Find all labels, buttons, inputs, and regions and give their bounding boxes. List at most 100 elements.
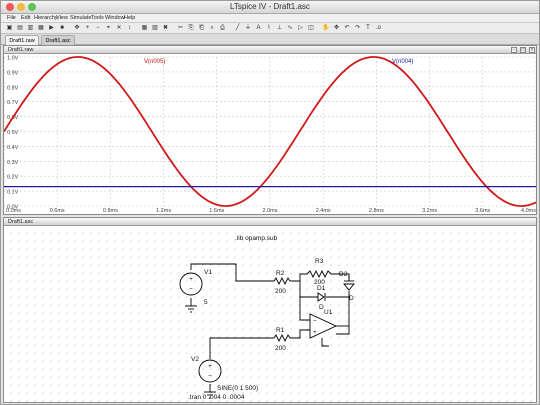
close-window-icon[interactable]: ✖ [161,24,170,33]
save-icon[interactable]: ▥ [26,24,35,33]
u1-opamp[interactable]: − + [309,313,338,339]
menu-hierarchy[interactable]: Hierarchy [34,14,58,23]
wire-icon[interactable]: ╱ [233,24,242,33]
menu-file[interactable]: File [7,14,16,23]
zoom-in-icon[interactable]: + [83,24,92,33]
x-tick-label: 2.4ms [316,208,331,214]
legend-v-n005[interactable]: V(n005) [144,59,165,65]
x-tick-label: 0.8ms [103,208,118,214]
pan-icon[interactable]: ✥ [73,24,82,33]
d1-diode[interactable] [317,292,326,302]
y-tick-label: 0.4V [7,145,19,151]
open-icon[interactable]: ▤ [16,24,25,33]
r1-resistor[interactable] [273,333,291,343]
waveform-window-title-text: Draft1.raw [8,47,34,53]
v2-value: SINE(0 1 500) [217,385,258,392]
x-tick-label: 1.2ms [156,208,171,214]
paste-icon[interactable]: ⎗ [197,24,206,33]
menu-edit[interactable]: Edit [21,14,30,23]
waveform-plot[interactable]: 1.0V0.9V0.8V0.7V0.6V0.5V0.4V0.3V0.2V0.1V… [4,54,536,214]
v1-voltage-source[interactable]: + − [179,272,203,296]
r1-label: R1 [276,327,285,334]
drag-icon[interactable]: ✥ [332,24,341,33]
menu-bar: File Edit Hierarchy View Simulate Tools … [1,14,539,23]
cut-icon[interactable]: ✂ [176,24,185,33]
application-window: LTspice IV - Draft1.asc File Edit Hierar… [0,0,540,405]
u1-label: U1 [324,309,333,316]
resistor-icon[interactable]: ⌇ [265,24,274,33]
toolbar: ▣ ▤ ▥ ▦ ▶ ■ ✥ + − ⌖ ✕ ↕ ▦ ▧ ✖ ✂ ⎘ ⎗ ⌕ ⎙ ╱ ⏚ A ⌇ ⊥ ∿ ▷ ◫ ✋ ✥ ↶ ↷ T .o [1,23,539,34]
ground-icon [185,305,197,313]
d2-label: D2 [339,271,348,278]
svg-text:+: + [208,363,212,370]
x-tick-label: 2.8ms [369,208,384,214]
d2-value: D [349,295,354,302]
capacitor-icon[interactable]: ⊥ [275,24,284,33]
y-tick-label: 0.9V [7,70,19,76]
r2-label: R2 [276,270,285,277]
component-icon[interactable]: ◫ [307,24,316,33]
y-tick-label: 0.8V [7,85,19,91]
zoom-fit-icon[interactable]: ⌖ [104,24,113,33]
undo-icon[interactable]: ↶ [343,24,352,33]
zoom-cancel-icon[interactable]: ✕ [115,24,124,33]
diode-icon[interactable]: ▷ [296,24,305,33]
v1-label: V1 [204,269,212,276]
x-tick-label: 3.6ms [475,208,490,214]
text-icon[interactable]: T [364,24,373,33]
r3-resistor[interactable] [306,269,332,279]
r2-resistor[interactable] [273,276,291,286]
minimize-icon[interactable]: - [511,47,517,53]
waveform-viewer: Draft1.raw - □ × 1.0V 0.9V 0.8V 0.7V 0.6V 0.5… [3,45,537,215]
title-bar: LTspice IV - Draft1.asc [1,1,539,14]
new-schematic-icon[interactable]: ▣ [5,24,14,33]
svg-text:−: − [208,373,212,380]
schematic-canvas[interactable]: + − V1 5 R2 200 R3 200 D2 D D1 D − + U1 … [4,226,536,403]
cascade-icon[interactable]: ▧ [151,24,160,33]
find-icon[interactable]: ⌕ [208,24,217,33]
control-panel-icon[interactable]: ▦ [37,24,46,33]
x-tick-label: 4.0ms [521,208,536,214]
move-icon[interactable]: ✋ [322,24,331,33]
close-icon[interactable]: × [529,47,535,53]
y-tick-label: 0.3V [7,160,19,166]
redo-icon[interactable]: ↷ [353,24,362,33]
legend-v-n004[interactable]: V(n004) [392,59,413,65]
schematic-editor: Draft1.asc + − V1 5 R2 200 R3 200 D2 D D… [3,217,537,403]
menu-view[interactable]: View [56,14,68,23]
tab-draft1-raw[interactable]: Draft1.raw [5,35,39,45]
restore-icon[interactable]: □ [520,47,526,53]
ground-icon[interactable]: ⏚ [244,24,253,33]
inductor-icon[interactable]: ∿ [286,24,295,33]
v1-value: 5 [204,299,208,306]
lib-directive[interactable]: .lib opamp.sub [235,235,278,242]
d2-diode[interactable] [343,280,355,291]
menu-simulate[interactable]: Simulate [70,14,91,23]
spice-directive-icon[interactable]: .o [374,24,383,33]
menu-window[interactable]: Window [105,14,125,23]
v2-label: V2 [191,356,199,363]
x-tick-label: 3.2ms [422,208,437,214]
run-icon[interactable]: ▶ [47,24,56,33]
d1-label: D1 [317,285,326,292]
svg-text:−: − [189,286,193,293]
halt-icon[interactable]: ■ [58,24,67,33]
menu-tools[interactable]: Tools [91,14,104,23]
autorange-icon[interactable]: ↕ [125,24,134,33]
y-tick-label: 1.0V [7,56,19,62]
print-icon[interactable]: ⎙ [218,24,227,33]
tran-directive[interactable]: .tran 0 .004 0 .0004 [188,394,245,401]
r3-label: R3 [315,258,324,265]
x-tick-label: 2.0ms [263,208,278,214]
tile-icon[interactable]: ▦ [140,24,149,33]
x-tick-label: 0.0ms [6,208,21,214]
v2-voltage-source[interactable]: + − [198,359,222,383]
zoom-out-icon[interactable]: − [94,24,103,33]
schematic-window-title: Draft1.asc [4,218,536,226]
tab-draft1-asc[interactable]: Draft1.asc [41,35,75,45]
y-tick-label: 0.7V [7,100,19,106]
copy-icon[interactable]: ⎘ [187,24,196,33]
label-icon[interactable]: A [254,24,263,33]
svg-text:+: + [189,276,193,283]
menu-help[interactable]: Help [124,14,135,23]
